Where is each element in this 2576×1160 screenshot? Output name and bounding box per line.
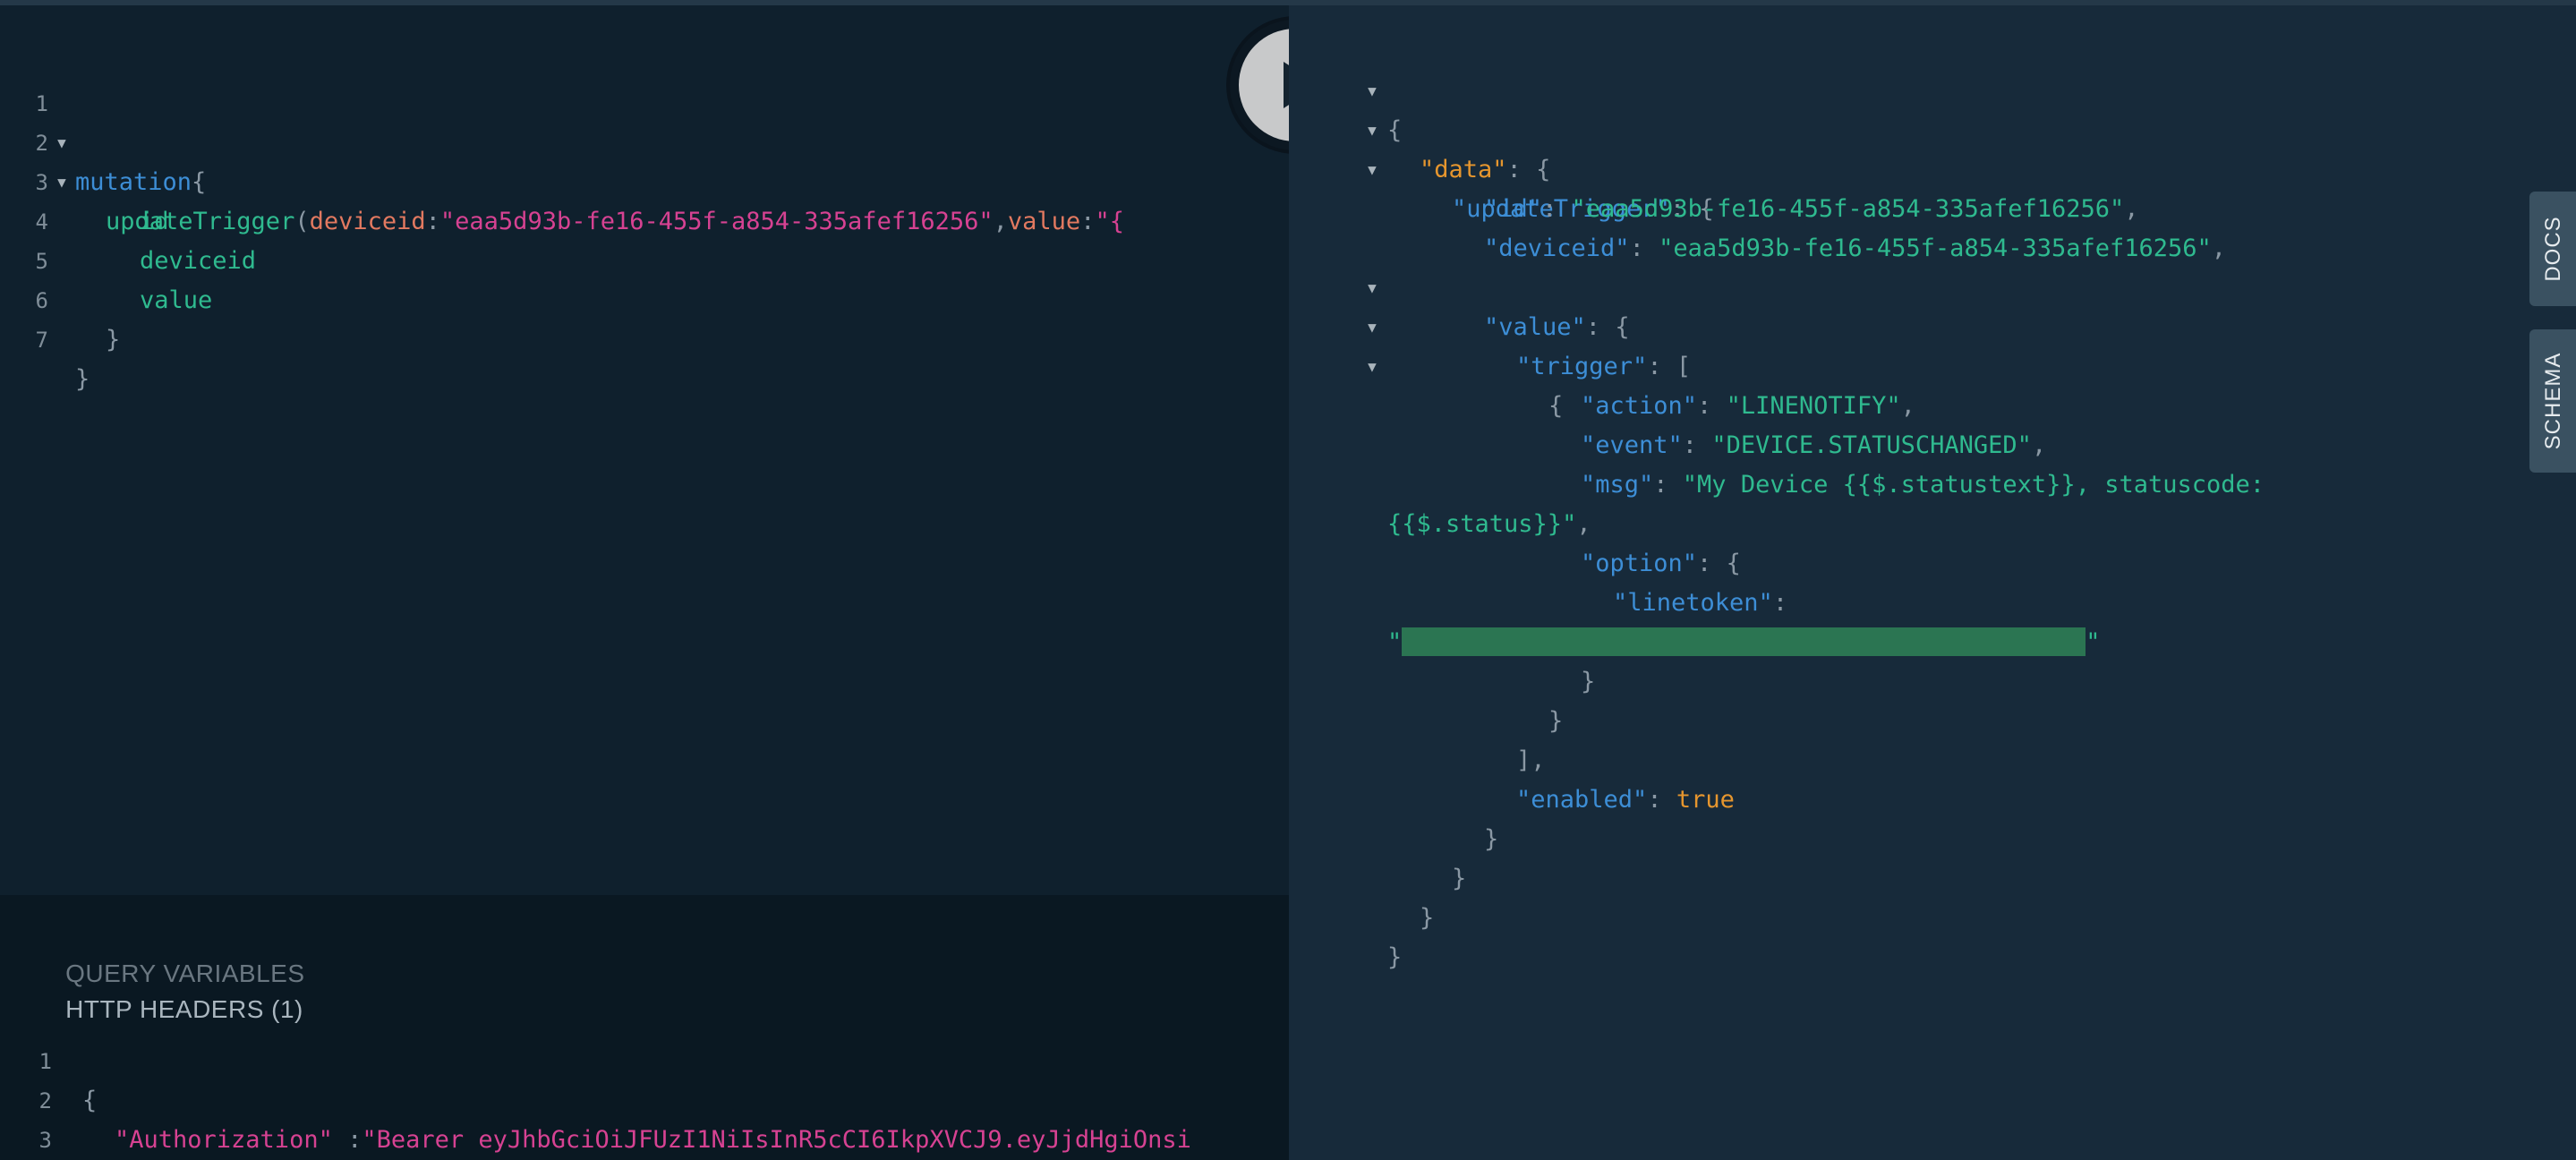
line-number: 7 — [35, 328, 48, 353]
variables-pane: QUERY VARIABLES HTTP HEADERS (1) 1 { 2 "… — [0, 895, 1289, 1160]
query-editor[interactable]: 1 ▼ mutation{ 2 ▼ updateTrigger(deviceid… — [0, 5, 1289, 895]
schema-tab[interactable]: SCHEMA — [2529, 329, 2576, 473]
headers-line-3[interactable]: 3 } — [0, 1081, 1289, 1153]
header-key: "Authorization" — [115, 1126, 333, 1154]
result-line: ▼ { — [1289, 32, 2576, 144]
result-line: " " — [1289, 584, 2576, 656]
header-value: "Bearer eyJhbGciOiJFUzI1NiIsInR5cCI6IkpX… — [362, 1126, 1191, 1154]
result-line: "id": "eaa5d93b-fe16-455f-a854-335afef16… — [1289, 150, 2576, 223]
result-line: } — [1289, 780, 2576, 853]
headers-line-1[interactable]: 1 { — [0, 1002, 1289, 1114]
schema-tab-label: SCHEMA — [2541, 352, 2565, 450]
brace: } — [75, 365, 90, 393]
result-line: "deviceid": "eaa5d93b-fe16-455f-a854-335… — [1289, 190, 2576, 262]
result-line: "option": { — [1289, 505, 2576, 577]
result-line: "msg": "My Device {{$.statustext}}, stat… — [1289, 426, 2576, 499]
result-line: "enabled": true — [1289, 741, 2576, 814]
result-line: ▼ "value": { — [1289, 229, 2576, 341]
result-line: ▼ { — [1289, 308, 2576, 420]
docs-tab-label: DOCS — [2541, 216, 2565, 282]
result-line: } — [1289, 662, 2576, 735]
result-line: ▼ "updateTrigger": { — [1289, 111, 2576, 223]
editor-line-1[interactable]: 1 ▼ mutation{ — [0, 45, 1289, 196]
tab-query-variables[interactable]: QUERY VARIABLES — [65, 956, 304, 992]
variables-tabs: QUERY VARIABLES HTTP HEADERS (1) — [36, 920, 321, 1023]
headers-line-2[interactable]: 2 "Authorization" :"Bearer eyJhbGciOiJFU… — [0, 1042, 1289, 1154]
editor-line-6[interactable]: 6 } — [0, 242, 1289, 354]
result-viewer: ▼ { ▼ "data": { ▼ "updateTrigger": { "id… — [1289, 5, 2576, 1160]
result-line: "action": "LINENOTIFY", — [1289, 347, 2576, 420]
separator: : — [332, 1126, 363, 1154]
line-number: 3 — [38, 1128, 52, 1153]
result-line: ▼ "trigger": [ — [1289, 269, 2576, 380]
result-line: ▼ "data": { — [1289, 72, 2576, 183]
editor-line-3[interactable]: 3 id — [0, 124, 1289, 235]
editor-line-5[interactable]: 5 value — [0, 202, 1289, 314]
result-line: ], — [1289, 702, 2576, 774]
docs-tab[interactable]: DOCS — [2529, 192, 2576, 306]
result-line: } — [1289, 623, 2576, 695]
result-line: {{$.status}}", — [1289, 465, 2576, 538]
brace: } — [106, 326, 121, 354]
result-line: } — [1289, 899, 2576, 971]
result-line: } — [1289, 820, 2576, 892]
editor-line-4[interactable]: 4 deviceid — [0, 163, 1289, 275]
editor-line-7[interactable]: 7 } — [0, 281, 1289, 393]
result-line: "linetoken": — [1289, 544, 2576, 617]
result-line: "event": "DEVICE.STATUSCHANGED", — [1289, 387, 2576, 459]
result-line: } — [1289, 859, 2576, 932]
brace: } — [1387, 943, 1403, 971]
editor-line-2[interactable]: 2 ▼ updateTrigger(deviceid:"eaa5d93b-fe1… — [0, 84, 1289, 235]
